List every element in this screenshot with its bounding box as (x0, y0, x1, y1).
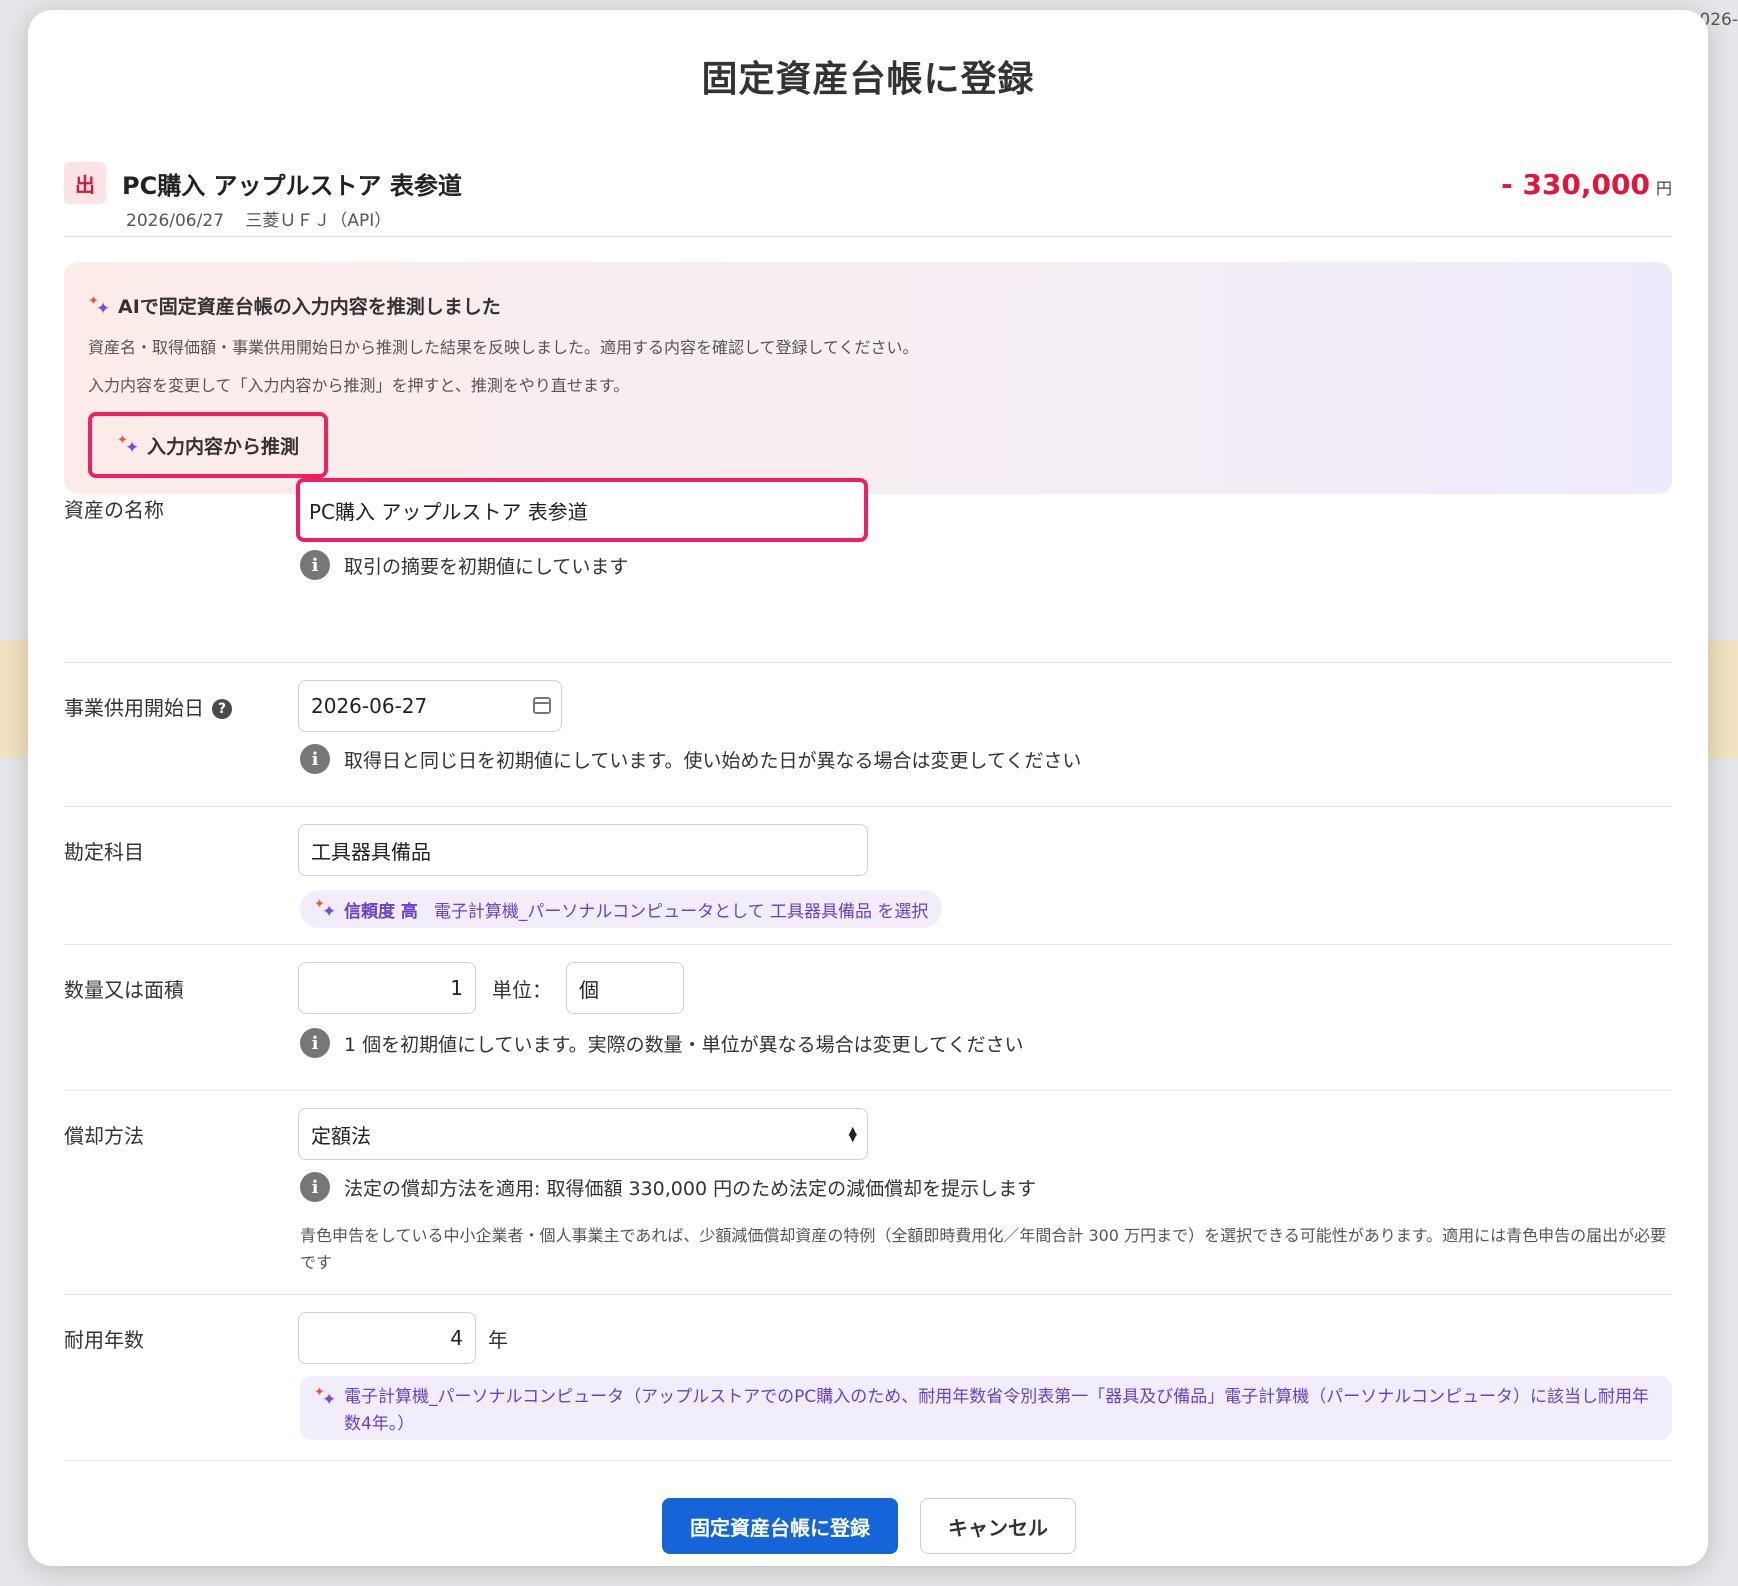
calendar-icon[interactable] (533, 697, 551, 714)
depreciation-info-text: 法定の償却方法を適用: 取得価額 330,000 円のため法定の減価償却を提示し… (344, 1177, 1037, 1200)
ai-heading-text: AIで固定資産台帳の入力内容を推測しました (118, 296, 501, 318)
start-date-info: i 取得日と同じ日を初期値にしています。使い始めた日が異なる場合は変更してくださ… (300, 744, 1081, 774)
depreciation-info: i 法定の償却方法を適用: 取得価額 330,000 円のため法定の減価償却を提… (300, 1172, 1036, 1202)
confidence-pill: ✦ ✦ 信頼度 高 電子計算機_パーソナルコンピュータとして 工具器具備品 を選択 (300, 890, 943, 928)
divider (64, 1460, 1672, 1461)
transaction-account: 三菱ＵＦＪ（API） (245, 211, 392, 231)
asset-name-info: i 取引の摘要を初期値にしています (300, 550, 628, 580)
useful-life-ai-note: ✦ ✦ 電子計算機_パーソナルコンピュータ（アップルストアでのPC購入のため、耐用… (300, 1376, 1672, 1440)
divider (64, 236, 1672, 237)
start-date-input[interactable]: 2026-06-27 (298, 680, 562, 732)
useful-life-ai-text: 電子計算機_パーソナルコンピュータ（アップルストアでのPC購入のため、耐用年数省… (344, 1387, 1649, 1434)
account-title-input[interactable]: 工具器具備品 (298, 824, 868, 876)
divider (64, 1090, 1672, 1091)
infer-from-input-button[interactable]: ✦ ✦ 入力内容から推測 (88, 412, 328, 478)
register-fixed-asset-modal: 固定資産台帳に登録 出 PC購入 アップルストア 表参道 2026/06/27 … (28, 10, 1708, 1566)
transaction-meta: 2026/06/27 三菱ＵＦＪ（API） (126, 206, 391, 231)
depreciation-label: 償却方法 (64, 1124, 144, 1148)
divider (64, 662, 1672, 663)
sparkle-icon: ✦ ✦ (116, 433, 140, 458)
expense-badge: 出 (64, 162, 106, 204)
account-title-label: 勘定科目 (64, 840, 144, 864)
unit-input[interactable]: 個 (566, 962, 684, 1014)
confidence-level: 信頼度 高 (344, 901, 418, 922)
quantity-input[interactable]: 1 (298, 962, 476, 1014)
infer-button-label: 入力内容から推測 (146, 435, 299, 458)
background-highlight-left (0, 640, 30, 758)
divider (64, 944, 1672, 945)
amount-value: - 330,000 (1501, 168, 1650, 201)
transaction-date: 2026/06/27 (126, 211, 224, 231)
info-icon: i (300, 550, 330, 580)
useful-life-unit: 年 (488, 1328, 508, 1352)
unit-label: 単位： (492, 978, 552, 1002)
sparkle-icon: ✦ ✦ (314, 1385, 337, 1410)
amount-unit: 円 (1655, 179, 1672, 198)
divider (64, 806, 1672, 807)
start-date-value: 2026-06-27 (311, 694, 428, 718)
asset-name-label: 資産の名称 (64, 498, 164, 522)
info-icon: i (300, 1172, 330, 1202)
ai-retry-hint: 入力内容を変更して「入力内容から推測」を押すと、推測をやり直せます。 (88, 376, 630, 395)
depreciation-select[interactable]: 定額法 ▲ ▼ (298, 1108, 868, 1160)
divider (64, 1294, 1672, 1295)
cancel-button[interactable]: キャンセル (920, 1498, 1076, 1554)
quantity-info-text: 1 個を初期値にしています。実際の数量・単位が異なる場合は変更してください (344, 1033, 1024, 1056)
useful-life-label: 耐用年数 (64, 1328, 144, 1352)
info-icon: i (300, 1028, 330, 1058)
select-arrows-icon: ▲ ▼ (848, 1124, 857, 1144)
quantity-info: i 1 個を初期値にしています。実際の数量・単位が異なる場合は変更してください (300, 1028, 1024, 1058)
ai-suggestion-box: ✦ ✦ AIで固定資産台帳の入力内容を推測しました 資産名・取得価額・事業供用開始… (64, 262, 1672, 494)
depreciation-note: 青色申告をしている中小企業者・個人事業主であれば、少額減価償却資産の特例（全額即… (300, 1226, 1667, 1272)
sparkle-icon: ✦ ✦ (314, 897, 337, 922)
help-icon[interactable]: ? (212, 699, 232, 719)
confidence-text: 電子計算機_パーソナルコンピュータとして 工具器具備品 を選択 (433, 901, 929, 922)
register-button[interactable]: 固定資産台帳に登録 (662, 1498, 898, 1554)
start-date-label-text: 事業供用開始日 (64, 696, 204, 720)
transaction-amount: - 330,000 円 (1501, 168, 1672, 201)
transaction-summary: 出 PC購入 アップルストア 表参道 2026/06/27 三菱ＵＦＪ（API）… (64, 152, 1672, 248)
modal-title: 固定資産台帳に登録 (701, 59, 1035, 100)
ai-description: 資産名・取得価額・事業供用開始日から推測した結果を反映しました。適用する内容を確… (88, 338, 919, 357)
info-icon: i (300, 744, 330, 774)
start-date-info-text: 取得日と同じ日を初期値にしています。使い始めた日が異なる場合は変更してください (344, 749, 1082, 772)
depreciation-value: 定額法 (311, 1123, 371, 1148)
asset-name-info-text: 取引の摘要を初期値にしています (344, 555, 629, 578)
ai-heading: ✦ ✦ AIで固定資産台帳の入力内容を推測しました (88, 292, 501, 319)
transaction-name: PC購入 アップルストア 表参道 (122, 172, 462, 200)
background-highlight-right (1704, 640, 1738, 758)
useful-life-input[interactable]: 4 (298, 1312, 476, 1364)
start-date-label: 事業供用開始日? (64, 692, 232, 721)
asset-name-input[interactable]: PC購入 アップルストア 表参道 (296, 478, 868, 542)
sparkle-icon: ✦ ✦ (88, 293, 111, 319)
quantity-label: 数量又は面積 (64, 978, 184, 1002)
